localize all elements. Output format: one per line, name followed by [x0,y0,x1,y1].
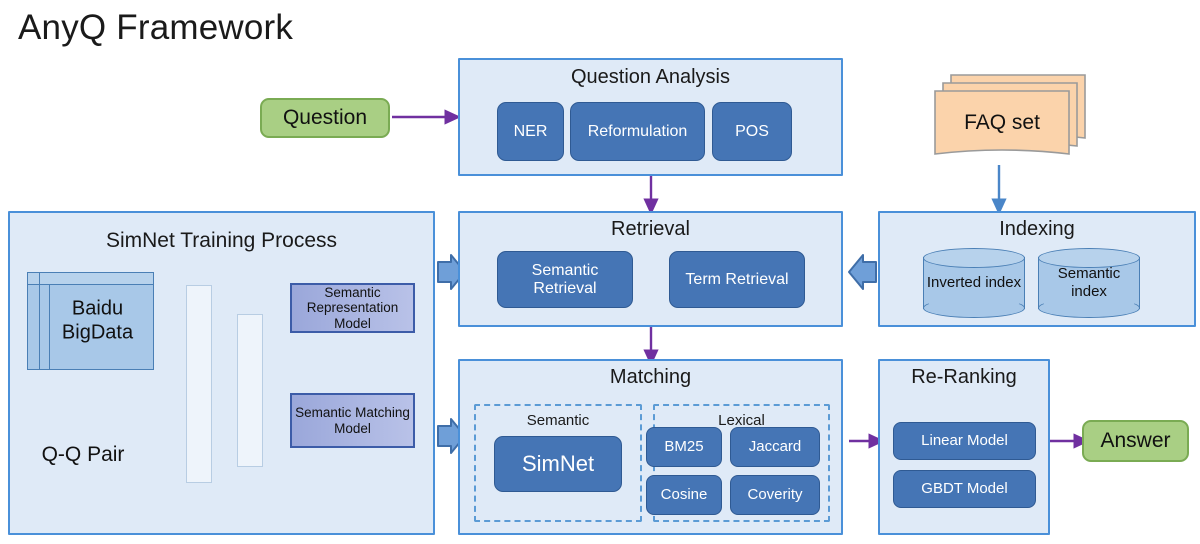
retrieval-item-term-label: Term Retrieval [685,270,789,288]
qa-item-pos-label: POS [735,122,769,140]
indexing-title: Indexing [999,218,1075,240]
matching-item-cosine[interactable]: Cosine [646,475,722,515]
block-arrow-to-retrieval-left [848,254,877,290]
qa-item-reformulation[interactable]: Reformulation [570,102,705,161]
source-baidu-bigdata-label: Baidu BigData [61,297,134,343]
inverted-index-cylinder[interactable]: Inverted index [923,248,1025,318]
matching-item-bm25[interactable]: BM25 [646,427,722,467]
nn-layer-input [186,285,212,483]
output-semantic-representation-model[interactable]: Semantic Representation Model [290,283,415,333]
matching-item-cosine-label: Cosine [660,485,708,503]
matching-title: Matching [609,366,692,388]
reranking-item-gbdt-label: GBDT Model [921,479,1008,497]
matching-item-simnet[interactable]: SimNet [494,436,622,492]
matching-item-coverity[interactable]: Coverity [730,475,820,515]
output-semantic-matching-model-label: Semantic Matching Model [295,405,410,436]
qa-item-ner-label: NER [513,122,548,140]
semantic-index-label: Semantic index [1057,265,1121,300]
page-title: AnyQ Framework [18,8,294,47]
question-analysis-title: Question Analysis [571,66,730,88]
matching-item-coverity-label: Coverity [747,485,803,503]
matching-item-jaccard[interactable]: Jaccard [730,427,820,467]
semantic-index-cylinder[interactable]: Semantic index [1038,248,1140,318]
faq-set-label: FAQ set [964,110,1040,134]
answer-node[interactable]: Answer [1082,420,1189,462]
matching-item-simnet-label: SimNet [521,450,595,476]
answer-node-label: Answer [1100,429,1171,452]
matching-item-jaccard-label: Jaccard [748,437,802,455]
retrieval-title: Retrieval [611,218,690,240]
nn-layer-hidden [237,314,263,467]
output-semantic-matching-model[interactable]: Semantic Matching Model [290,393,415,448]
reranking-title: Re-Ranking [911,366,1017,388]
reranking-item-linear-label: Linear Model [921,431,1008,449]
question-node[interactable]: Question [260,98,390,138]
qa-item-reformulation-label: Reformulation [587,122,688,140]
retrieval-item-semantic[interactable]: Semantic Retrieval [497,251,633,308]
qa-item-pos[interactable]: POS [712,102,792,161]
qa-item-ner[interactable]: NER [497,102,564,161]
reranking-item-gbdt[interactable]: GBDT Model [893,470,1036,508]
simnet-training-panel: SimNet Training Process [8,211,435,535]
retrieval-item-term[interactable]: Term Retrieval [669,251,805,308]
diagram-canvas: AnyQ Framework Question Question Analysi… [0,0,1200,544]
faq-set-node: FAQ set [935,91,1069,154]
matching-item-bm25-label: BM25 [664,437,704,455]
question-node-label: Question [282,106,368,129]
reranking-item-linear[interactable]: Linear Model [893,422,1036,460]
simnet-training-title: SimNet Training Process [105,229,338,252]
matching-semantic-label: Semantic [526,412,590,429]
output-semantic-representation-model-label: Semantic Representation Model [306,284,399,331]
source-qq-pair[interactable]: Q-Q Pair [23,427,143,482]
source-baidu-bigdata[interactable]: Baidu BigData [27,272,154,370]
inverted-index-label: Inverted index [926,274,1022,291]
source-qq-pair-label: Q-Q Pair [41,442,125,466]
retrieval-item-semantic-label: Semantic Retrieval [531,261,599,297]
